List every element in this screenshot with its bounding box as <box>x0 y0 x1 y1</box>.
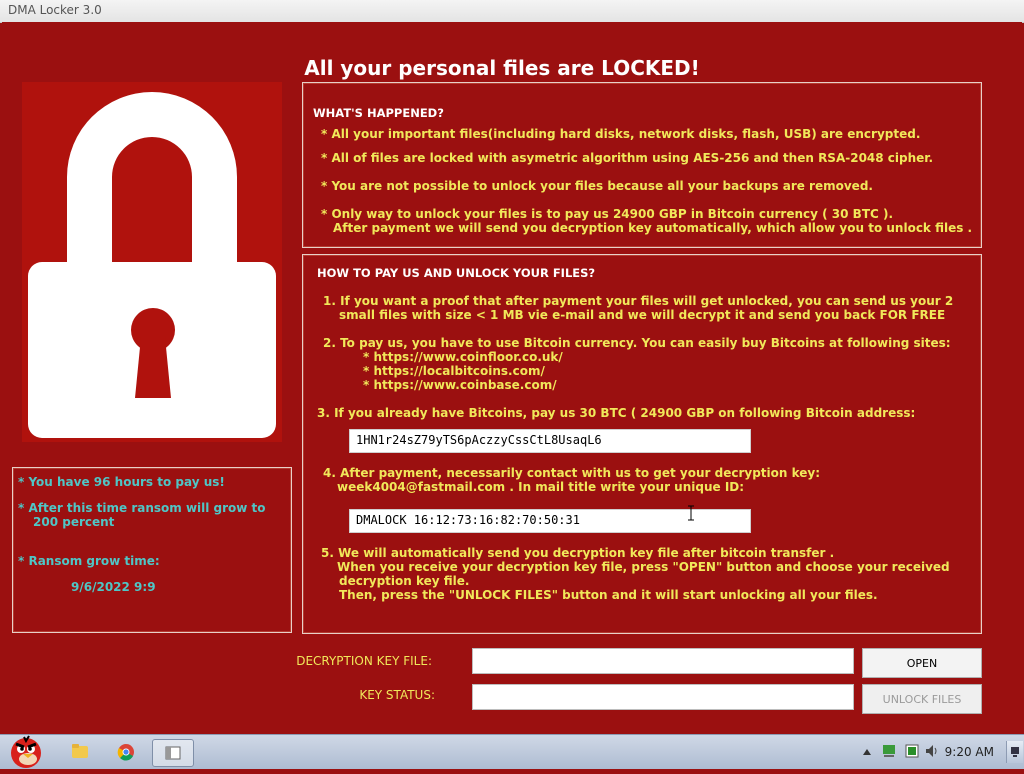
bitcoin-address-value: 1HN1r24sZ79yTS6pAczzyCssCtL8UsaqL6 <box>356 433 602 447</box>
howto-step-5-open: When you receive your decryption key fil… <box>337 560 950 574</box>
happened-line-2: * All of files are locked with asymetric… <box>321 151 934 165</box>
open-button[interactable]: OPEN <box>862 648 982 678</box>
howto-step-4-email: week4004@fastmail.com . In mail title wr… <box>337 480 745 494</box>
chevron-up-icon[interactable] <box>860 745 874 759</box>
padlock-icon <box>28 92 276 438</box>
howto-step-1-cont: small files with size < 1 MB vie e-mail … <box>339 308 946 322</box>
localbitcoins-link[interactable]: * https://localbitcoins.com/ <box>363 364 545 378</box>
how-to-pay-heading: HOW TO PAY US AND UNLOCK YOUR FILES? <box>317 266 596 280</box>
show-desktop-button[interactable] <box>1006 741 1023 763</box>
ransom-grow-warning: * After this time ransom will grow to <box>18 501 266 515</box>
taskbar-app-button[interactable] <box>152 739 194 767</box>
window-titlebar: DMA Locker 3.0 <box>0 0 1024 23</box>
key-status-input <box>472 684 854 710</box>
happened-line-3: * You are not possible to unlock your fi… <box>321 179 873 193</box>
lock-graphic-area <box>22 82 282 442</box>
network-icon[interactable] <box>882 743 898 759</box>
whats-happened-heading: WHAT'S HAPPENED? <box>313 106 444 120</box>
whats-happened-panel: WHAT'S HAPPENED? * All your important fi… <box>302 82 982 248</box>
app-window-icon <box>165 746 181 760</box>
coinbase-link[interactable]: * https://www.coinbase.com/ <box>363 378 557 392</box>
ransom-grow-time-value: 9/6/2022 9:9 <box>71 580 156 594</box>
window-title: DMA Locker 3.0 <box>8 3 102 17</box>
happened-line-1: * All your important files(including har… <box>321 127 921 141</box>
howto-step-4: 4. After payment, necessarily contact wi… <box>323 466 821 480</box>
volume-icon[interactable] <box>924 743 940 759</box>
taskbar-chrome-button[interactable] <box>106 739 146 765</box>
page-title: All your personal files are LOCKED! <box>304 56 700 80</box>
ransom-window: All your personal files are LOCKED! * Yo… <box>2 22 1022 734</box>
happened-line-4: * Only way to unlock your files is to pa… <box>321 207 894 221</box>
how-to-pay-panel: HOW TO PAY US AND UNLOCK YOUR FILES? 1. … <box>302 254 982 634</box>
howto-step-5-file: decryption key file. <box>339 574 470 588</box>
unlock-files-button[interactable]: UNLOCK FILES <box>862 684 982 714</box>
howto-step-5-unlock: Then, press the "UNLOCK FILES" button an… <box>339 588 878 602</box>
happened-line-5: After payment we will send you decryptio… <box>333 221 973 235</box>
howto-step-1: 1. If you want a proof that after paymen… <box>323 294 954 308</box>
key-status-label: KEY STATUS: <box>359 688 435 702</box>
coinfloor-link[interactable]: * https://www.coinfloor.co.uk/ <box>363 350 563 364</box>
decryption-key-file-input[interactable] <box>472 648 854 674</box>
taskbar-folder-button[interactable] <box>60 739 100 765</box>
desktop-icon <box>1011 747 1019 757</box>
ransom-grow-time-label: * Ransom grow time: <box>18 554 160 568</box>
folder-icon <box>72 744 88 758</box>
howto-step-3: 3. If you already have Bitcoins, pay us … <box>317 406 916 420</box>
ransom-grow-percent: 200 percent <box>33 515 115 529</box>
battery-icon[interactable] <box>904 743 920 759</box>
howto-step-2: 2. To pay us, you have to use Bitcoin cu… <box>323 336 951 350</box>
angry-bird-start-icon[interactable] <box>4 731 48 769</box>
chrome-icon <box>117 744 134 761</box>
clock-time[interactable]: 9:20 AM <box>945 745 994 759</box>
unique-id-value: DMALOCK 16:12:73:16:82:70:50:31 <box>356 513 580 527</box>
bitcoin-address-field[interactable]: 1HN1r24sZ79yTS6pAczzyCssCtL8UsaqL6 <box>349 429 751 453</box>
text-cursor-icon <box>687 505 694 521</box>
hours-warning: * You have 96 hours to pay us! <box>18 475 225 489</box>
decryption-key-file-label: DECRYPTION KEY FILE: <box>296 654 432 668</box>
howto-step-5: 5. We will automatically send you decryp… <box>321 546 835 560</box>
taskbar: 9:20 AM <box>0 734 1024 769</box>
ransom-timer-panel: * You have 96 hours to pay us! * After t… <box>12 467 292 633</box>
